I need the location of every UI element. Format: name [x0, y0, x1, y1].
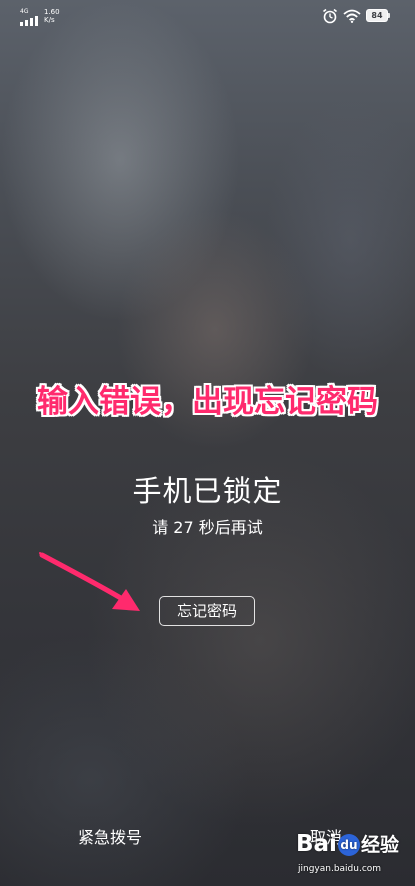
- network-type-label: 4G: [20, 8, 29, 15]
- watermark-url: jingyan.baidu.com: [298, 864, 382, 874]
- emergency-call-button[interactable]: 紧急拨号: [78, 828, 142, 848]
- baidu-logo: Bai du 经验: [296, 830, 399, 859]
- baidu-logo-text: Bai: [296, 831, 337, 857]
- jingyan-logo-text: 经验: [360, 834, 399, 856]
- annotation-caption: 输入错误，出现忘记密码: [37, 384, 378, 420]
- battery-tip: [388, 13, 390, 18]
- baidu-jingyan-watermark: Bai du 经验 jingyan.baidu.com: [296, 830, 414, 884]
- signal-icon: [20, 16, 38, 26]
- annotation-arrow-icon: [39, 552, 140, 611]
- lock-screen: 4G 1.60 K/s 84 输入错误，出现忘记密码 手机已锁定 请 27 秒后…: [0, 0, 415, 886]
- battery-level: 84: [366, 9, 388, 22]
- battery-indicator: 84: [366, 9, 392, 22]
- lock-title: 手机已锁定: [132, 474, 283, 508]
- forgot-password-button[interactable]: 忘记密码: [159, 596, 255, 626]
- wifi-icon: [343, 9, 361, 23]
- network-speed-unit: K/s: [44, 16, 55, 24]
- status-bar: 4G 1.60 K/s 84: [0, 0, 415, 34]
- network-speed: 1.60 K/s: [44, 8, 66, 24]
- alarm-clock-icon: [323, 8, 337, 24]
- retry-countdown-text: 请 27 秒后再试: [152, 518, 263, 537]
- network-speed-value: 1.60: [44, 8, 60, 16]
- baidu-paw-icon: du: [337, 834, 360, 856]
